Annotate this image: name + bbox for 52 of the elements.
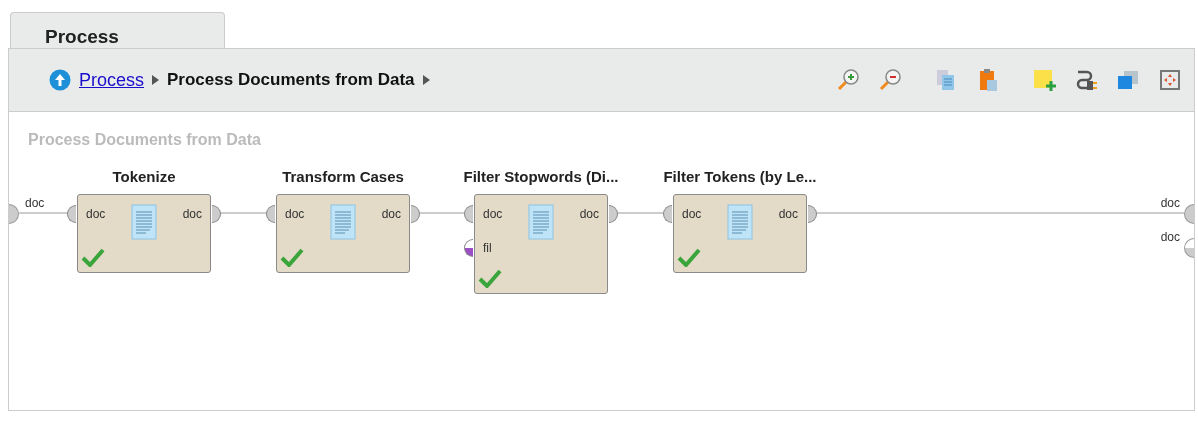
port[interactable] [464,205,473,223]
breadcrumb-arrow-icon [152,75,160,85]
operator-title: Tokenize [111,168,177,185]
port[interactable] [1184,238,1194,258]
tab[interactable]: Process [10,12,225,48]
zoom-in-icon[interactable] [836,68,860,92]
port-label: doc [25,196,45,210]
port-label: doc [579,207,599,221]
breadcrumb-link[interactable]: Process [79,69,145,91]
port-label: fil [483,241,492,255]
fit-frame-icon[interactable] [1158,68,1182,92]
port[interactable] [609,205,618,223]
port[interactable] [808,205,817,223]
port-label: doc [182,207,202,221]
port-label: doc [1160,196,1180,210]
port[interactable] [9,204,19,224]
port-label: doc [381,207,401,221]
breadcrumb-current: Process Documents from Data [167,70,415,90]
port[interactable] [266,205,275,223]
port-label: doc [778,207,798,221]
port-label: doc [1160,230,1180,244]
port[interactable] [464,239,473,257]
operator-title: Transform Cases [281,168,405,185]
port[interactable] [663,205,672,223]
operator-box[interactable] [673,194,807,273]
operator-title: Filter Stopwords (Di... [462,168,620,185]
layers-icon[interactable] [1116,68,1140,92]
document-icon [330,204,356,240]
operator-title: Filter Tokens (by Le... [662,168,818,185]
document-icon [528,204,554,240]
port[interactable] [1184,204,1194,224]
port-label: doc [682,207,702,221]
plug-icon[interactable] [1074,68,1098,92]
port-label: doc [86,207,106,221]
zoom-out-icon[interactable] [878,68,902,92]
connection-line [19,212,67,214]
port[interactable] [411,205,420,223]
add-note-icon[interactable] [1032,68,1056,92]
port-label: doc [285,207,305,221]
operator-box[interactable] [474,194,608,294]
canvas-title: Process Documents from Data [28,131,261,149]
port-label: doc [483,207,503,221]
operator-box[interactable] [276,194,410,273]
connection-line [618,212,663,214]
connection-line [221,212,266,214]
operator-box[interactable] [77,194,211,273]
document-icon [727,204,753,240]
connection-line [420,212,464,214]
document-icon [131,204,157,240]
port[interactable] [67,205,76,223]
port[interactable] [212,205,221,223]
breadcrumb-arrow-icon[interactable] [422,75,430,85]
